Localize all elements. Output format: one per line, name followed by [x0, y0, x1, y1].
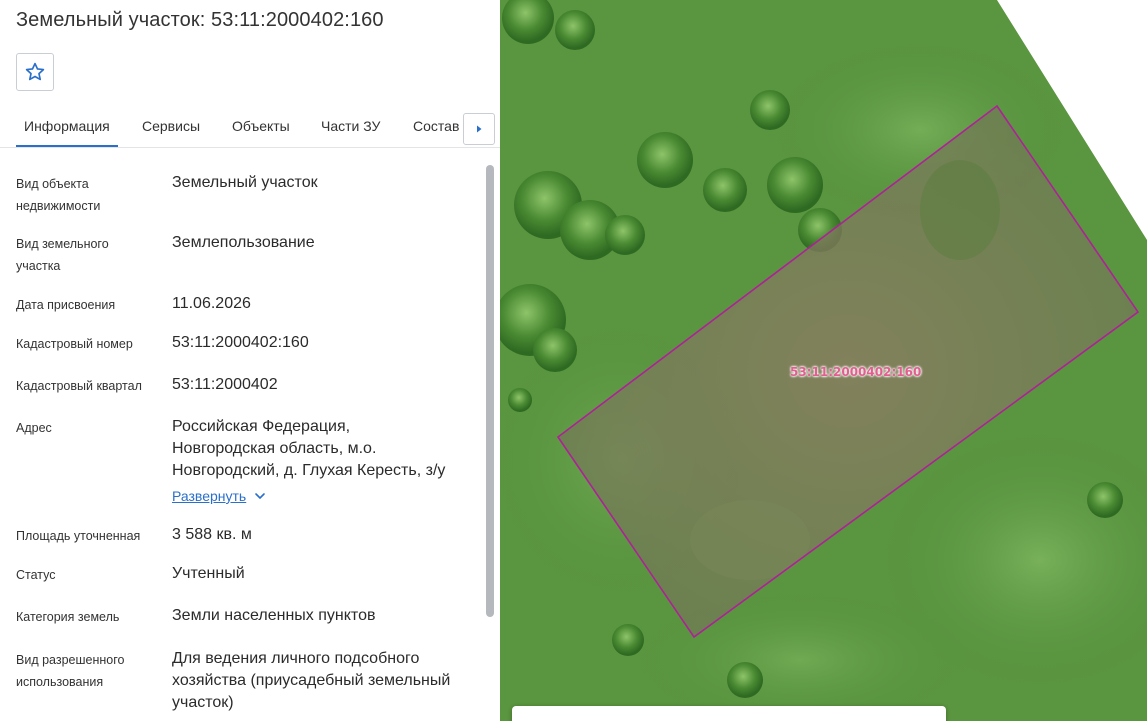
address-line: Новгородский, д. Глухая Кересть, з/у: [172, 462, 446, 479]
favorite-button[interactable]: [16, 53, 54, 91]
info-label: Вид объекта недвижимости: [16, 177, 101, 213]
expand-address-link[interactable]: Развернуть: [172, 485, 266, 507]
address-line: Российская Федерация,: [172, 418, 351, 435]
permitted-use-line: участок): [172, 694, 234, 711]
tab-bar: Информация Сервисы Объекты Части ЗУ Сост…: [0, 108, 500, 148]
info-label: Кадастровый квартал: [16, 379, 142, 393]
info-label: Адрес: [16, 421, 52, 435]
info-label: Дата присвоения: [16, 298, 116, 312]
map-view[interactable]: 53:11:2000402:160: [500, 0, 1147, 721]
tab-info[interactable]: Информация: [16, 118, 118, 147]
chevron-down-icon: [255, 493, 266, 499]
tab-parts[interactable]: Части ЗУ: [321, 118, 380, 134]
info-value: Учтенный: [172, 565, 245, 582]
map-bottom-card[interactable]: [512, 706, 946, 721]
info-label: Кадастровый номер: [16, 337, 133, 351]
info-value: Земли населенных пунктов: [172, 607, 376, 624]
info-value: Землепользование: [172, 234, 315, 251]
parcel-label[interactable]: 53:11:2000402:160: [790, 365, 921, 379]
permitted-use-line: Для ведения личного подсобного: [172, 650, 420, 667]
info-value: Для ведения личного подсобного хозяйства…: [172, 648, 478, 714]
info-value: Земельный участок: [172, 174, 318, 191]
tab-composition[interactable]: Состав: [413, 118, 459, 134]
address-line: Новгородская область, м.о.: [172, 440, 377, 457]
info-label: Площадь уточненная: [16, 529, 141, 543]
info-value: 3 588 кв. м: [172, 526, 252, 543]
permitted-use-line: хозяйства (приусадебный земельный: [172, 672, 451, 689]
info-panel: Земельный участок: 53:11:2000402:160 Инф…: [0, 0, 500, 721]
info-value: 53:11:2000402: [172, 376, 278, 393]
expand-label: Развернуть: [172, 488, 247, 504]
tab-objects[interactable]: Объекты: [232, 118, 290, 134]
info-value: Российская Федерация, Новгородская облас…: [172, 416, 478, 508]
tabs-next-button[interactable]: [463, 113, 495, 145]
info-value: 53:11:2000402:160: [172, 334, 309, 351]
info-list: Вид объекта недвижимости Земельный участ…: [0, 149, 486, 721]
tab-services[interactable]: Сервисы: [142, 118, 200, 134]
caret-right-icon: [477, 125, 482, 133]
info-value: 11.06.2026: [172, 295, 251, 312]
star-icon: [25, 62, 45, 81]
page-title: Земельный участок: 53:11:2000402:160: [16, 9, 384, 31]
info-label: Статус: [16, 568, 56, 582]
info-label: Категория земель: [16, 610, 120, 624]
info-label: Вид разрешенного использования: [16, 653, 125, 689]
info-label: Вид земельного участка: [16, 237, 109, 273]
satellite-imagery: [500, 0, 1147, 721]
scrollbar-thumb[interactable]: [486, 165, 494, 617]
